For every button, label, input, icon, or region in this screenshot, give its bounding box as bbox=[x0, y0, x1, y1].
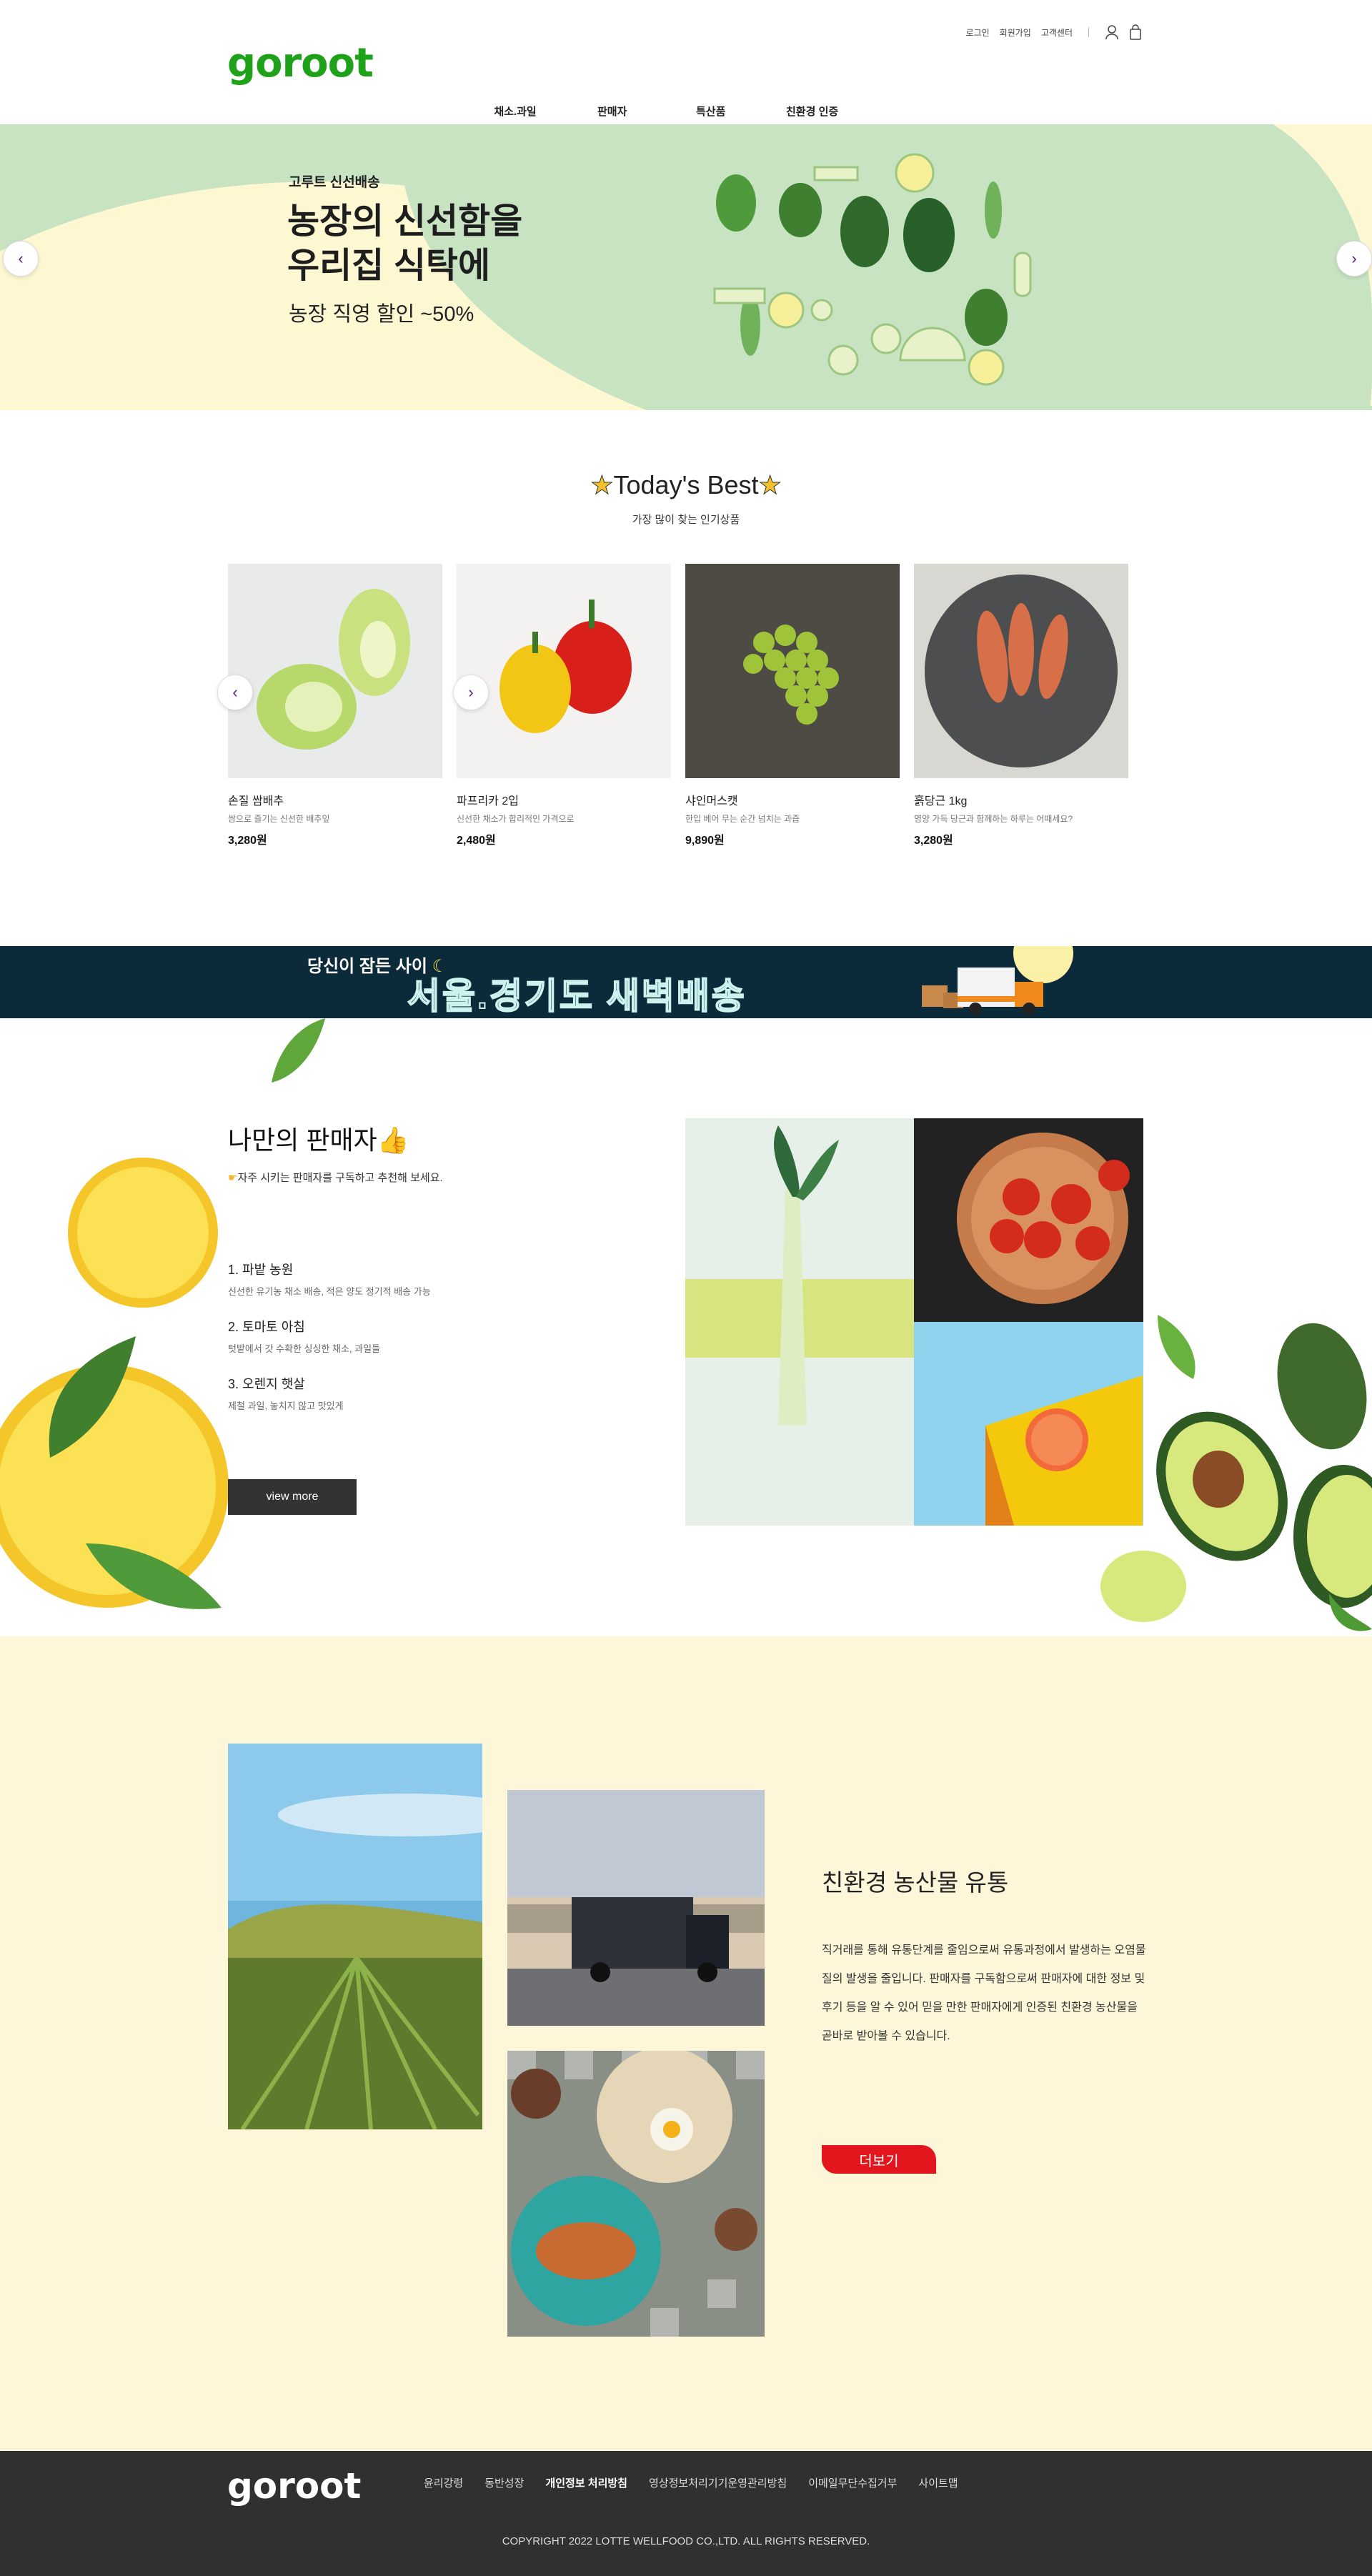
product-price: 2,480원 bbox=[457, 835, 496, 847]
product-image-grape[interactable] bbox=[685, 564, 900, 778]
seller-description: 신선한 유기농 채소 배송, 적은 양도 정기적 배송 가능 bbox=[228, 1286, 431, 1297]
sellers-title: 나만의 판매자👍 bbox=[228, 1120, 409, 1157]
divider bbox=[1088, 27, 1089, 37]
dawn-delivery-banner[interactable]: 당신이 잠든 사이 ☾ 서울.경기도 새벽배송 bbox=[0, 946, 1372, 1018]
farm-field-image bbox=[228, 1744, 482, 2129]
footer-link-email[interactable]: 이메일무단수집거부 bbox=[808, 2475, 897, 2490]
cabbage-image bbox=[228, 564, 442, 778]
copyright: COPYRIGHT 2022 LOTTE WELLFOOD CO.,LTD. A… bbox=[502, 2535, 870, 2547]
product-name: 샤인머스캣 bbox=[685, 795, 738, 807]
best-title-text: Today's Best bbox=[613, 470, 759, 499]
join-link[interactable]: 회원가입 bbox=[1000, 26, 1031, 39]
hero-discount: 농장 직영 할인 ~50% bbox=[289, 303, 474, 326]
best-next-button[interactable]: › bbox=[453, 675, 489, 710]
user-icon[interactable] bbox=[1105, 24, 1119, 40]
seller-description: 텃밭에서 갓 수확한 싱싱한 채소, 과일들 bbox=[228, 1343, 381, 1354]
sellers-title-text: 나만의 판매자 bbox=[228, 1125, 377, 1155]
product-card[interactable]: 샤인머스캣 한입 베어 무는 순간 넘치는 과즙 9,890원 bbox=[685, 564, 900, 847]
paprika-image bbox=[457, 564, 671, 778]
site-logo[interactable]: goroot bbox=[227, 40, 374, 86]
star-icon: ★ bbox=[758, 470, 782, 500]
product-price: 3,280원 bbox=[914, 835, 953, 847]
eco-section: 친환경 농산물 유통 직거래를 통해 유통단계를 줄임으로써 유통과정에서 발생… bbox=[0, 1636, 1372, 2451]
avocado-image bbox=[1100, 1286, 1372, 1636]
grape-image bbox=[685, 564, 900, 778]
truck-image bbox=[507, 1790, 765, 2026]
product-image-carrot[interactable] bbox=[914, 564, 1128, 778]
shopping-bag-icon[interactable] bbox=[1129, 24, 1142, 40]
hero-title: 농장의 신선함을우리집 식탁에 bbox=[287, 199, 522, 288]
nav-item-sellers[interactable]: 판매자 bbox=[539, 104, 639, 119]
hero-next-button[interactable]: › bbox=[1336, 241, 1372, 277]
best-section-title: ★Today's Best★ bbox=[0, 470, 1372, 500]
footer-link-privacy[interactable]: 개인정보 처리방침 bbox=[545, 2475, 627, 2490]
product-description: 한입 베어 무는 순간 넘치는 과즙 bbox=[685, 814, 800, 824]
brunch-food-image bbox=[507, 2051, 765, 2337]
product-description: 쌈으로 즐기는 신선한 배추잎 bbox=[228, 814, 330, 824]
product-image-paprika[interactable] bbox=[457, 564, 671, 778]
hero-title-line: 우리집 식탁에 bbox=[287, 247, 491, 285]
product-price: 3,280원 bbox=[228, 835, 267, 847]
eco-title: 친환경 농산물 유통 bbox=[822, 1869, 1009, 1896]
product-description: 신선한 채소가 합리적인 가격으로 bbox=[457, 814, 575, 824]
best-prev-button[interactable]: ‹ bbox=[217, 675, 253, 710]
utility-nav: 로그인 회원가입 고객센터 bbox=[966, 24, 1142, 40]
product-description: 영양 가득 당근과 함께하는 하루는 어때세요? bbox=[914, 814, 1073, 824]
pointing-hand-icon: ☛ bbox=[228, 1172, 238, 1184]
product-name: 흙당근 1kg bbox=[914, 795, 968, 807]
seller-name: 3. 오렌지 햇살 bbox=[228, 1377, 305, 1391]
product-name: 파프리카 2입 bbox=[457, 795, 519, 807]
best-section-subtitle: 가장 많이 찾는 인기상품 bbox=[632, 514, 740, 526]
lemon-image bbox=[0, 1158, 229, 1609]
delivery-truck-icon bbox=[922, 946, 1073, 1015]
footer-logo[interactable]: goroot bbox=[227, 2465, 361, 2507]
star-icon: ★ bbox=[590, 470, 614, 500]
sellers-subtitle-text: 자주 시키는 판매자를 구독하고 추천해 보세요. bbox=[237, 1172, 443, 1184]
seller-name: 2. 토마토 아침 bbox=[228, 1320, 305, 1334]
main-nav: 채소.과일 판매자 특산품 친환경 인증 bbox=[492, 104, 868, 119]
chevron-left-icon: ‹ bbox=[18, 249, 24, 267]
product-card[interactable]: 손질 쌈배추 쌈으로 즐기는 신선한 배추잎 3,280원 bbox=[228, 564, 442, 847]
product-image-cabbage[interactable] bbox=[228, 564, 442, 778]
hero-slider: 고루트 신선배송 농장의 신선함을우리집 식탁에 농장 직영 할인 ~50% ‹… bbox=[0, 124, 1372, 410]
eco-description: 직거래를 통해 유통단계를 줄임으로써 유통과정에서 발생하는 오염물질의 발생… bbox=[822, 1944, 1146, 2042]
site-footer: goroot 윤리강령 동반성장 개인정보 처리방침 영상정보처리기기운영관리방… bbox=[0, 2451, 1372, 2576]
view-more-button[interactable]: view more bbox=[228, 1479, 357, 1515]
product-name: 손질 쌈배추 bbox=[228, 795, 284, 807]
eco-more-button[interactable]: 더보기 bbox=[822, 2145, 936, 2174]
footer-link-sitemap[interactable]: 사이트맵 bbox=[918, 2475, 958, 2490]
seller-item[interactable]: 1. 파밭 농원 신선한 유기농 채소 배송, 적은 양도 정기적 배송 가능 bbox=[228, 1260, 431, 1298]
nav-item-specialties[interactable]: 특산품 bbox=[639, 104, 782, 119]
product-price: 9,890원 bbox=[685, 835, 725, 847]
thumbs-up-icon: 👍 bbox=[377, 1125, 409, 1155]
chevron-left-icon: ‹ bbox=[232, 683, 238, 701]
seller-name: 1. 파밭 농원 bbox=[228, 1263, 294, 1277]
hero-prev-button[interactable]: ‹ bbox=[3, 241, 39, 277]
login-link[interactable]: 로그인 bbox=[966, 26, 990, 39]
seller-item[interactable]: 3. 오렌지 햇살 제철 과일, 놓치지 않고 맛있게 bbox=[228, 1374, 344, 1412]
seller-item[interactable]: 2. 토마토 아침 텃밭에서 갓 수확한 싱싱한 채소, 과일들 bbox=[228, 1317, 380, 1355]
hero-subtitle: 고루트 신선배송 bbox=[289, 175, 380, 190]
chevron-right-icon: › bbox=[1351, 249, 1357, 267]
footer-link-cctv[interactable]: 영상정보처리기기운영관리방침 bbox=[649, 2475, 787, 2490]
carrot-image bbox=[914, 564, 1128, 778]
product-card[interactable]: 파프리카 2입 신선한 채소가 합리적인 가격으로 2,480원 bbox=[457, 564, 671, 847]
banner-large-text: 서울.경기도 새벽배송 bbox=[407, 975, 747, 1017]
vegetable-arrangement-image bbox=[713, 153, 1032, 386]
sellers-subtitle: ☛자주 시키는 판매자를 구독하고 추천해 보세요. bbox=[228, 1170, 443, 1185]
product-card[interactable]: 흙당근 1kg 영양 가득 당근과 함께하는 하루는 어때세요? 3,280원 bbox=[914, 564, 1128, 847]
seller-description: 제철 과일, 놓치지 않고 맛있게 bbox=[228, 1401, 344, 1411]
nav-item-vegetables-fruits[interactable]: 채소.과일 bbox=[492, 104, 539, 119]
nav-item-eco-certified[interactable]: 친환경 인증 bbox=[782, 104, 868, 119]
chevron-right-icon: › bbox=[468, 683, 474, 701]
footer-links: 윤리강령 동반성장 개인정보 처리방침 영상정보처리기기운영관리방침 이메일무단… bbox=[424, 2475, 958, 2490]
footer-link-ethics[interactable]: 윤리강령 bbox=[424, 2475, 463, 2490]
hero-title-line: 농장의 신선함을 bbox=[287, 202, 523, 241]
leaf-image bbox=[272, 1018, 325, 1083]
footer-link-growth[interactable]: 동반성장 bbox=[484, 2475, 524, 2490]
customer-center-link[interactable]: 고객센터 bbox=[1041, 26, 1073, 39]
